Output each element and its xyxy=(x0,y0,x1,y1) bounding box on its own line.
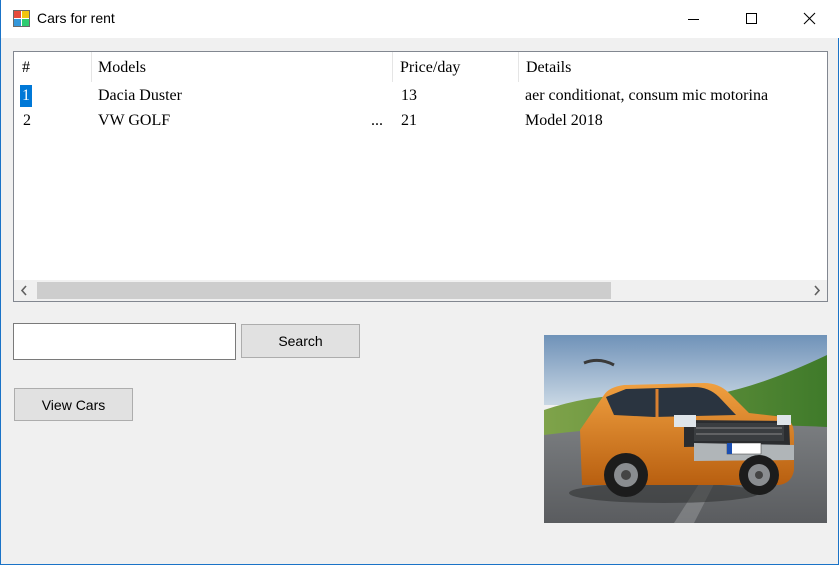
table-cell-details[interactable]: aer conditionat, consum mic motorina xyxy=(525,85,768,107)
scroll-left-button[interactable] xyxy=(14,280,35,301)
table-cell-price[interactable]: 21 xyxy=(401,110,417,132)
table-cell-model[interactable]: Dacia Duster xyxy=(98,85,182,107)
view-cars-button[interactable]: View Cars xyxy=(14,388,133,421)
column-header-details[interactable]: Details xyxy=(518,52,827,82)
main-window: Cars for rent # Models Price/day Details… xyxy=(0,0,839,565)
column-header-price[interactable]: Price/day xyxy=(392,52,518,82)
horizontal-scrollbar[interactable] xyxy=(14,280,827,301)
close-button[interactable] xyxy=(781,0,839,38)
scroll-thumb[interactable] xyxy=(37,282,611,299)
truncation-ellipsis: ... xyxy=(371,112,383,129)
app-icon xyxy=(13,10,30,27)
car-photo xyxy=(544,335,827,523)
search-input[interactable] xyxy=(13,323,236,360)
minimize-icon xyxy=(688,19,699,20)
column-header-number[interactable]: # xyxy=(14,52,91,82)
scroll-right-button[interactable] xyxy=(806,280,827,301)
table-cell-details[interactable]: Model 2018 xyxy=(525,110,603,132)
table-cell-number[interactable]: 2 xyxy=(23,110,31,132)
table-cell-price[interactable]: 13 xyxy=(401,85,417,107)
title-bar[interactable]: Cars for rent xyxy=(1,0,839,38)
column-header-models[interactable]: Models xyxy=(90,52,392,82)
chevron-right-icon xyxy=(814,285,821,296)
window-title: Cars for rent xyxy=(37,10,115,26)
table-cell-model[interactable]: VW GOLF xyxy=(98,110,170,132)
maximize-button[interactable] xyxy=(723,0,781,38)
cars-listview[interactable]: # Models Price/day Details 1 Dacia Duste… xyxy=(13,51,828,302)
search-button[interactable]: Search xyxy=(241,324,360,358)
close-icon xyxy=(803,12,816,25)
minimize-button[interactable] xyxy=(665,0,723,38)
table-cell-number[interactable]: 1 xyxy=(20,85,32,107)
maximize-icon xyxy=(746,13,757,24)
chevron-left-icon xyxy=(20,285,27,296)
